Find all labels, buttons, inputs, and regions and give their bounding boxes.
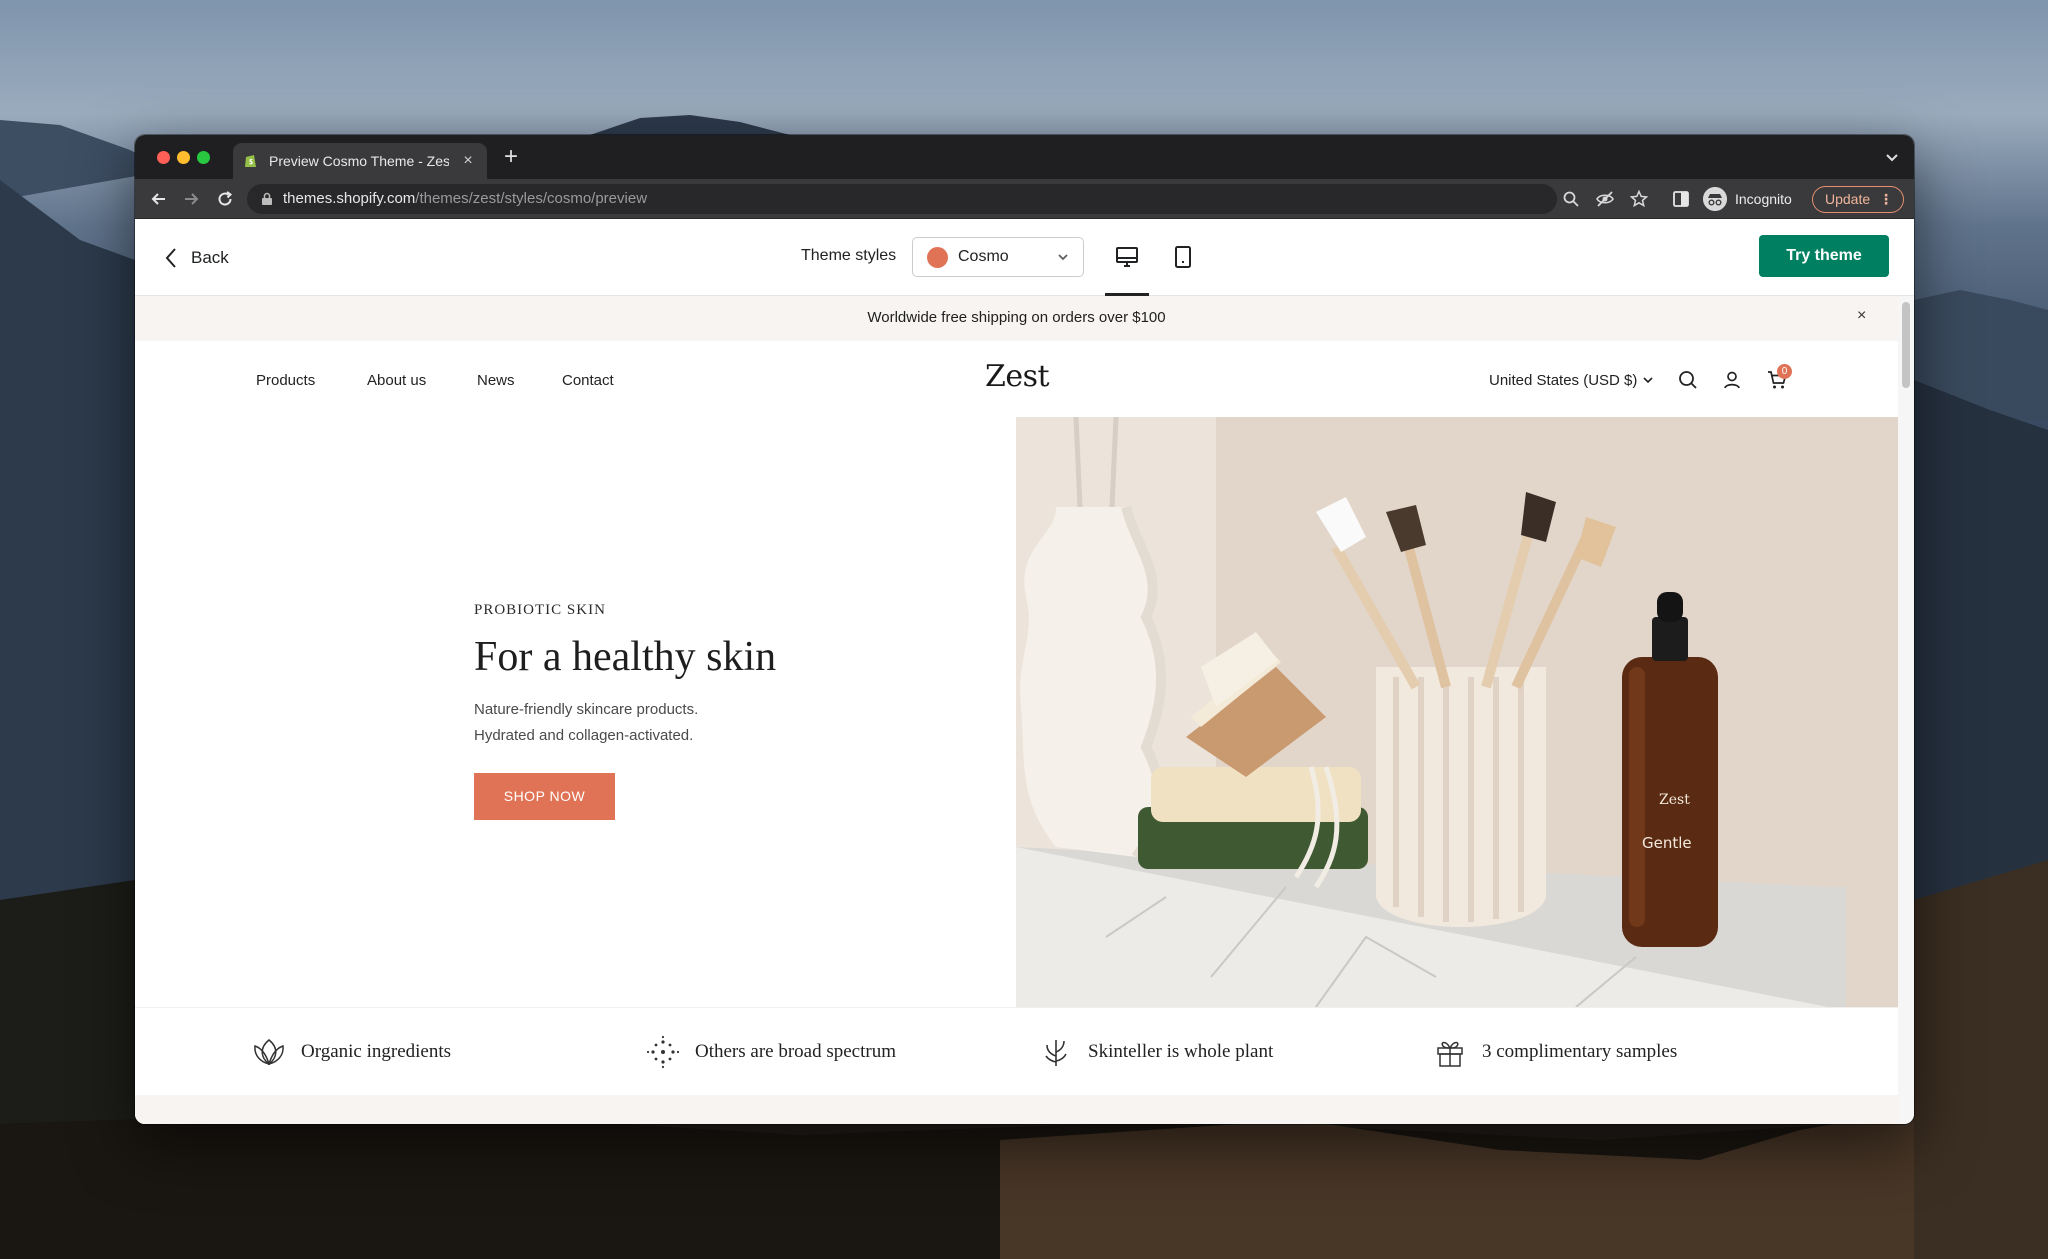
url-text: themes.shopify.com/themes/zest/styles/co… <box>283 184 647 214</box>
features-bar: Organic ingredients Others are broad spe… <box>135 1007 1898 1095</box>
hero-eyebrow: PROBIOTIC SKIN <box>474 602 606 618</box>
bottle-label: Gentle <box>1642 834 1692 852</box>
bookmark-star-icon[interactable] <box>1629 189 1649 209</box>
close-icon[interactable]: × <box>1857 307 1866 325</box>
back-label: Back <box>191 248 229 267</box>
theme-preview-bar: Back Theme styles Cosmo Try theme <box>135 219 1914 296</box>
scrollbar-thumb[interactable] <box>1902 302 1910 388</box>
selected-style-name: Cosmo <box>958 248 1009 265</box>
preview-scrollbar[interactable] <box>1898 296 1914 1124</box>
nav-link-news[interactable]: News <box>477 372 515 389</box>
url-host: themes.shopify.com <box>283 190 416 207</box>
reload-icon[interactable] <box>215 189 235 209</box>
shop-now-button[interactable]: SHOP NOW <box>474 773 615 820</box>
account-icon[interactable] <box>1721 369 1743 391</box>
announcement-text: Worldwide free shipping on orders over $… <box>867 309 1166 326</box>
next-section <box>135 1095 1898 1124</box>
hero-subtitle: Nature-friendly skincare products. Hydra… <box>474 697 894 749</box>
new-tab-button[interactable]: + <box>499 143 523 171</box>
gift-icon <box>1437 1041 1463 1067</box>
plant-sprout-icon <box>1045 1040 1067 1066</box>
hero-subtitle-line: Hydrated and collagen-activated. <box>474 727 694 744</box>
incognito-profile[interactable]: Incognito <box>1703 187 1792 211</box>
back-arrow-icon[interactable] <box>149 189 169 209</box>
shopify-icon <box>245 155 256 167</box>
hero-subtitle-line: Nature-friendly skincare products. <box>474 701 699 718</box>
feature-label: 3 complimentary samples <box>1482 1041 1678 1062</box>
close-window-button[interactable] <box>157 151 170 164</box>
leaf-icon <box>254 1039 284 1066</box>
desktop-view-icon[interactable] <box>1113 243 1141 271</box>
browser-toolbar: themes.shopify.com/themes/zest/styles/co… <box>135 179 1914 219</box>
feature-item: 3 complimentary samples <box>1432 1034 1677 1070</box>
nav-link-products[interactable]: Products <box>256 372 315 389</box>
chevron-left-icon <box>165 248 176 268</box>
dots-burst-icon <box>646 1035 680 1069</box>
hero-text: PROBIOTIC SKIN For a healthy skin Nature… <box>474 602 894 820</box>
fullscreen-window-button[interactable] <box>197 151 210 164</box>
update-label: Update <box>1825 191 1871 207</box>
browser-tab[interactable]: Preview Cosmo Theme - Zest × <box>233 143 487 179</box>
nav-link-contact[interactable]: Contact <box>562 372 614 389</box>
chevron-down-icon[interactable] <box>1884 149 1900 165</box>
minimize-window-button[interactable] <box>177 151 190 164</box>
hero-title: For a healthy skin <box>474 634 777 680</box>
forward-arrow-icon[interactable] <box>181 189 201 209</box>
hero-section: PROBIOTIC SKIN For a healthy skin Nature… <box>135 417 1898 1007</box>
theme-style-select[interactable]: Cosmo <box>912 237 1084 277</box>
eye-off-icon[interactable] <box>1595 189 1615 209</box>
update-button[interactable]: Update ⋮ <box>1812 186 1904 213</box>
feature-label: Others are broad spectrum <box>695 1041 897 1062</box>
tab-title: Preview Cosmo Theme - Zest <box>269 153 449 169</box>
store-header: Products About us News Contact Zest Unit… <box>135 341 1898 417</box>
style-color-swatch <box>927 246 948 268</box>
feature-item: Others are broad spectrum <box>645 1034 896 1070</box>
url-path: /themes/zest/styles/cosmo/preview <box>415 190 648 207</box>
chevron-down-icon <box>1058 254 1068 261</box>
tab-close-icon[interactable]: × <box>459 152 477 170</box>
theme-styles-label: Theme styles <box>801 247 897 264</box>
currency-label: United States (USD $) <box>1489 372 1638 389</box>
lock-icon <box>262 192 272 205</box>
mobile-view-icon[interactable] <box>1169 243 1197 271</box>
chevron-down-icon <box>1643 377 1653 384</box>
nav-link-about-us[interactable]: About us <box>367 372 426 389</box>
more-options-icon[interactable]: ⋮ <box>1879 187 1893 212</box>
feature-label: Organic ingredients <box>301 1041 452 1062</box>
address-bar[interactable]: themes.shopify.com/themes/zest/styles/co… <box>247 184 1557 214</box>
store-logo[interactable]: Zest <box>985 359 1050 394</box>
try-theme-button[interactable]: Try theme <box>1759 235 1889 277</box>
incognito-label: Incognito <box>1735 191 1792 207</box>
zoom-icon[interactable] <box>1561 189 1581 209</box>
currency-selector[interactable]: United States (USD $) <box>1489 372 1653 389</box>
bottle-brand: Zest <box>1659 792 1690 808</box>
feature-item: Organic ingredients <box>251 1034 451 1070</box>
feature-label: Skinteller is whole plant <box>1088 1041 1274 1062</box>
cart-count-badge: 0 <box>1777 364 1792 379</box>
tab-strip: Preview Cosmo Theme - Zest × + <box>135 135 1914 179</box>
search-icon[interactable] <box>1677 369 1699 391</box>
feature-item: Skinteller is whole plant <box>1038 1034 1273 1070</box>
incognito-icon <box>1703 187 1727 211</box>
announcement-bar: Worldwide free shipping on orders over $… <box>135 296 1898 341</box>
back-button[interactable]: Back <box>165 243 229 273</box>
side-panel-icon[interactable] <box>1671 189 1691 209</box>
store-preview: Worldwide free shipping on orders over $… <box>135 296 1898 1124</box>
browser-window: Preview Cosmo Theme - Zest × + themes.sh… <box>135 135 1914 1124</box>
hero-product-image: Zest Gentle <box>1016 417 1898 1007</box>
